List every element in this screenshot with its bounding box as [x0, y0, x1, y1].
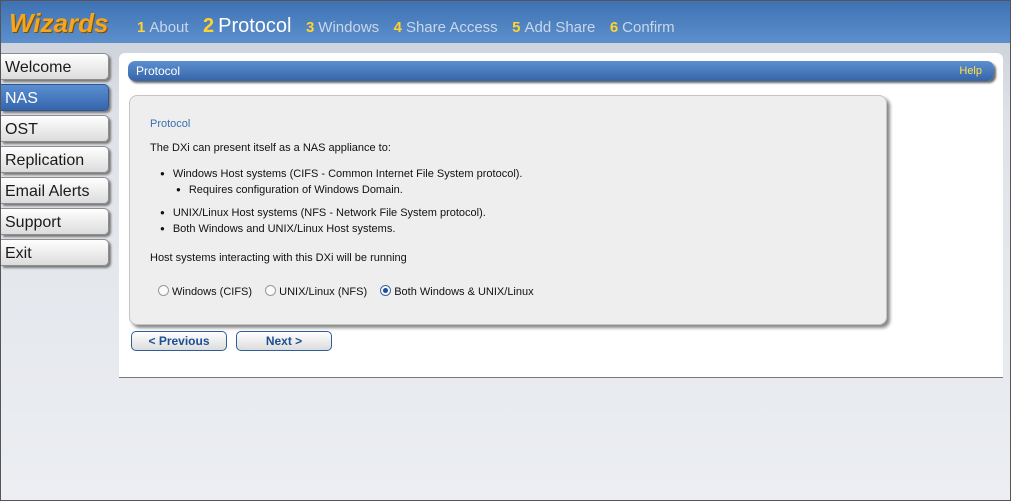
bullet-both: Both Windows and UNIX/Linux Host systems… — [160, 223, 396, 235]
sidebar-item-replication[interactable]: Replication — [1, 146, 109, 173]
intro-text: The DXi can present itself as a NAS appl… — [150, 142, 391, 154]
step-protocol[interactable]: 2 Protocol — [203, 15, 292, 38]
content-titlebar: Protocol Help — [128, 61, 994, 81]
step-confirm[interactable]: 6 Confirm — [610, 19, 675, 36]
bullet-windows-domain: Requires configuration of Windows Domain… — [176, 184, 403, 196]
radio-unix-nfs[interactable]: UNIX/Linux (NFS) — [265, 285, 367, 298]
sidebar-item-welcome[interactable]: Welcome — [1, 53, 109, 80]
radio-windows-cifs[interactable]: Windows (CIFS) — [158, 285, 252, 298]
step-share-access[interactable]: 4 Share Access — [394, 19, 498, 36]
help-link[interactable]: Help — [959, 65, 982, 77]
radio-button[interactable] — [158, 285, 169, 296]
step-windows[interactable]: 3 Windows — [306, 19, 379, 36]
next-button[interactable]: Next > — [236, 331, 332, 351]
content-area: Protocol Help Protocol The DXi can prese… — [119, 53, 1003, 378]
wizard-window: Wizards 1 About 2 Protocol 3 Windows 4 Share… — [0, 0, 1011, 501]
sidebar-item-ost[interactable]: OST — [1, 115, 109, 142]
radio-button[interactable] — [265, 285, 277, 296]
sidebar: Welcome NAS OST Replication Email Alerts… — [1, 53, 116, 270]
header-bar: Wizards 1 About 2 Protocol 3 Windows 4 Share… — [1, 1, 1010, 43]
page-title: Protocol — [136, 64, 181, 78]
sidebar-item-email-alerts[interactable]: Email Alerts — [1, 177, 109, 204]
panel-title: Protocol — [150, 118, 191, 130]
sidebar-item-nas[interactable]: NAS — [1, 84, 109, 111]
sidebar-item-support[interactable]: Support — [1, 208, 109, 235]
sidebar-item-exit[interactable]: Exit — [1, 239, 109, 266]
bullet-windows: Windows Host systems (CIFS - Common Inte… — [160, 168, 523, 180]
app-logo: Wizards — [9, 8, 109, 38]
radio-button-selected[interactable] — [380, 285, 392, 296]
radio-both[interactable]: Both Windows & UNIX/Linux — [380, 285, 534, 298]
previous-button[interactable]: < Previous — [131, 331, 227, 351]
protocol-radio-group: Windows (CIFS) UNIX/Linux (NFS) Both Win… — [158, 285, 544, 298]
protocol-panel: Protocol The DXi can present itself as a… — [129, 95, 887, 325]
wizard-steps: 1 About 2 Protocol 3 Windows 4 Share Access … — [137, 15, 685, 38]
step-add-share[interactable]: 5 Add Share — [512, 19, 595, 36]
question-text: Host systems interacting with this DXi w… — [150, 252, 407, 264]
step-about[interactable]: 1 About — [137, 19, 189, 36]
bullet-unix: UNIX/Linux Host systems (NFS - Network F… — [160, 207, 486, 219]
